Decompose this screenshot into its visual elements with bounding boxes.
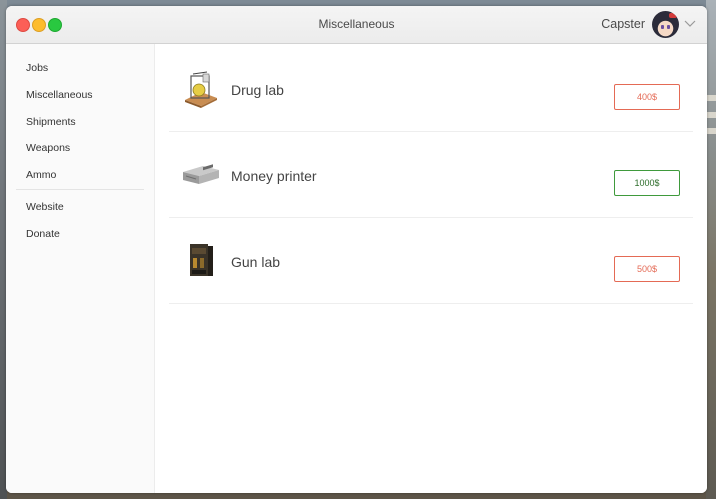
sidebar-item-miscellaneous[interactable]: Miscellaneous bbox=[26, 89, 93, 101]
sidebar: Jobs Miscellaneous Shipments Weapons Amm… bbox=[6, 44, 155, 493]
list-item: Gun lab 500$ bbox=[169, 218, 693, 304]
money-printer-icon bbox=[183, 164, 219, 184]
item-name: Drug lab bbox=[231, 82, 284, 98]
item-name: Money printer bbox=[231, 168, 317, 184]
sidebar-item-weapons[interactable]: Weapons bbox=[26, 142, 70, 154]
list-item: Drug lab 400$ bbox=[169, 46, 693, 132]
item-name: Gun lab bbox=[231, 254, 281, 270]
chevron-down-icon[interactable] bbox=[684, 18, 696, 28]
sidebar-link-website[interactable]: Website bbox=[26, 201, 64, 213]
buy-button[interactable]: 500$ bbox=[614, 256, 680, 282]
user-name[interactable]: Capster bbox=[601, 17, 645, 31]
title-bar: Miscellaneous Capster bbox=[6, 6, 707, 44]
sidebar-item-jobs[interactable]: Jobs bbox=[26, 62, 48, 74]
gun-lab-icon bbox=[190, 244, 213, 276]
sidebar-item-shipments[interactable]: Shipments bbox=[26, 116, 76, 128]
background-stripe bbox=[706, 112, 716, 118]
game-background-right bbox=[706, 0, 716, 499]
list-item: Money printer 1000$ bbox=[169, 132, 693, 218]
drug-lab-icon bbox=[185, 71, 217, 108]
avatar-ribbon bbox=[669, 13, 677, 18]
avatar-eye bbox=[667, 25, 670, 29]
sidebar-divider bbox=[16, 189, 144, 190]
item-list: Drug lab 400$ Money printer 1000$ Gun la… bbox=[155, 44, 707, 493]
buy-button[interactable]: 400$ bbox=[614, 84, 680, 110]
avatar[interactable] bbox=[652, 11, 679, 38]
background-stripe bbox=[706, 128, 716, 134]
avatar-eye bbox=[661, 25, 664, 29]
background-stripe bbox=[706, 95, 716, 101]
buy-button[interactable]: 1000$ bbox=[614, 170, 680, 196]
f4-menu-window: Miscellaneous Capster Jobs Miscellaneous… bbox=[6, 6, 707, 493]
sidebar-link-donate[interactable]: Donate bbox=[26, 228, 60, 240]
sidebar-item-ammo[interactable]: Ammo bbox=[26, 169, 56, 181]
